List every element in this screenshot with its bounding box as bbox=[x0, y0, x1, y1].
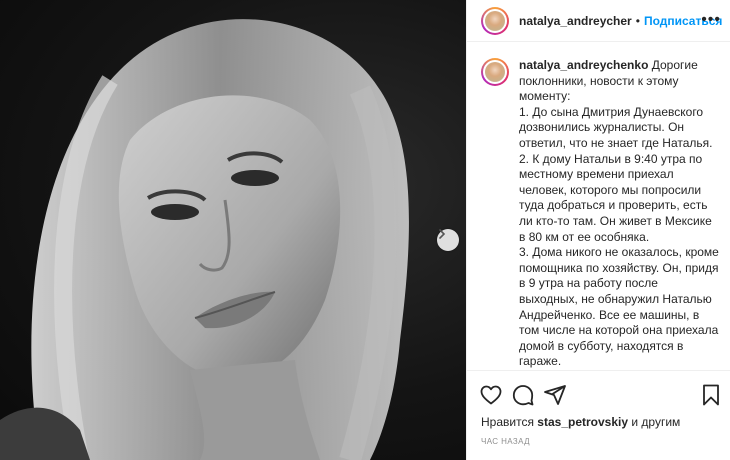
caption-avatar[interactable] bbox=[481, 58, 509, 86]
post-sidebar: natalya_andreycher • Подписаться ••• nat… bbox=[466, 0, 730, 460]
heart-icon[interactable] bbox=[479, 383, 503, 407]
likes-user-link[interactable]: stas_petrovskiy bbox=[537, 415, 628, 429]
likes-prefix: Нравится bbox=[481, 415, 538, 429]
separator-dot: • bbox=[635, 13, 640, 28]
caption-body: Дорогие поклонники, новости к этому моме… bbox=[519, 58, 719, 369]
post-timestamp[interactable]: ЧАС НАЗАД bbox=[481, 437, 530, 446]
caption-username[interactable]: natalya_andreychenko bbox=[519, 58, 648, 72]
bookmark-icon[interactable] bbox=[699, 383, 723, 407]
comment-icon[interactable] bbox=[511, 383, 535, 407]
author-avatar[interactable] bbox=[481, 6, 509, 35]
next-image-button[interactable] bbox=[437, 229, 459, 251]
share-icon[interactable] bbox=[543, 383, 567, 407]
post-photo[interactable] bbox=[0, 0, 466, 460]
action-bar: Нравится stas_petrovskiy и другим ЧАС НА… bbox=[467, 370, 730, 460]
caption-text: natalya_andreychenko Дорогие поклонники,… bbox=[519, 58, 719, 370]
post-caption: natalya_andreychenko Дорогие поклонники,… bbox=[481, 58, 725, 370]
author-username[interactable]: natalya_andreycher bbox=[519, 14, 632, 28]
action-icons bbox=[479, 383, 723, 407]
likes-summary: Нравится stas_petrovskiy и другим bbox=[481, 415, 680, 429]
likes-suffix[interactable]: и другим bbox=[628, 415, 680, 429]
portrait-image bbox=[0, 19, 409, 460]
more-horizontal-icon[interactable]: ••• bbox=[701, 12, 721, 28]
post-header: natalya_andreycher • Подписаться ••• bbox=[467, 0, 730, 42]
chevron-right-icon bbox=[439, 229, 446, 239]
